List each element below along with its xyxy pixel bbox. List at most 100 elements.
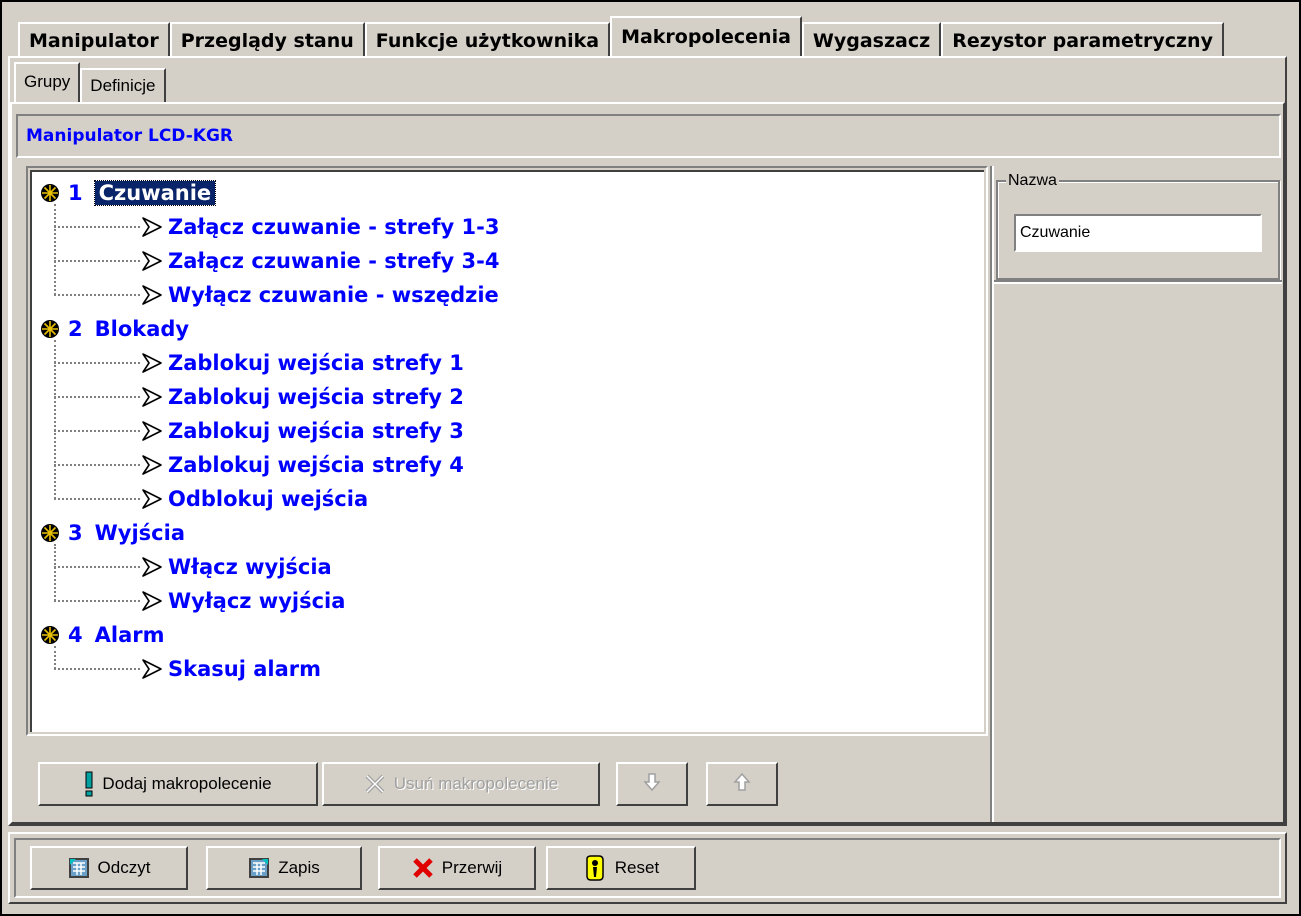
macro-label: Zablokuj wejścia strefy 1: [168, 351, 464, 375]
add-macro-label: Dodaj makropolecenie: [102, 774, 272, 793]
tree-item[interactable]: Odblokuj wejścia: [54, 482, 368, 516]
group-number: 1: [68, 181, 83, 205]
macro-arrow-icon: [140, 352, 164, 374]
read-button[interactable]: Odczyt: [30, 846, 188, 890]
stop-button[interactable]: Przerwij: [378, 846, 536, 890]
name-field[interactable]: [1014, 214, 1262, 252]
tree-item[interactable]: Zablokuj wejścia strefy 2: [54, 380, 464, 414]
macro-label: Wyłącz wyjścia: [168, 589, 346, 613]
macro-label: Włącz wyjścia: [168, 555, 332, 579]
remove-macro-button[interactable]: Usuń makropolecenie: [322, 762, 600, 806]
tree-group[interactable]: 4 Alarm: [40, 618, 165, 652]
macro-arrow-icon: [140, 386, 164, 408]
tree-item[interactable]: Włącz wyjścia: [54, 550, 332, 584]
group-label: Alarm: [94, 623, 165, 647]
group-number: 3: [68, 521, 83, 545]
tab-przeglady-stanu[interactable]: Przeglądy stanu: [169, 22, 365, 56]
tree-item[interactable]: Załącz czuwanie - strefy 3-4: [54, 244, 499, 278]
macro-arrow-icon: [140, 250, 164, 272]
group-node-icon: [40, 625, 60, 645]
macro-label: Skasuj alarm: [168, 657, 321, 681]
reset-key-icon: [583, 855, 607, 881]
write-button[interactable]: Zapis: [206, 846, 362, 890]
group-label: Wyjścia: [94, 521, 185, 545]
tree-branch-line: [54, 544, 56, 601]
sub-tabs: Grupy Definicje: [14, 62, 166, 104]
macro-arrow-icon: [140, 454, 164, 476]
exclamation-icon: [84, 771, 94, 797]
tree-connector: [54, 464, 140, 466]
macro-tree[interactable]: 1 Czuwanie Załącz czuwanie - strefy 1-3 Zał…: [30, 170, 984, 732]
macro-label: Wyłącz czuwanie - wszędzie: [168, 283, 499, 307]
macro-arrow-icon: [140, 420, 164, 442]
tree-connector: [54, 498, 140, 500]
tab-makropolecenia[interactable]: Makropolecenia: [610, 16, 802, 56]
tab-rezystor-parametryczny[interactable]: Rezystor parametryczny: [941, 22, 1224, 56]
group-number: 4: [68, 623, 83, 647]
macro-label: Zablokuj wejścia strefy 4: [168, 453, 464, 477]
tree-item[interactable]: Załącz czuwanie - strefy 1-3: [54, 210, 499, 244]
tab-wygaszacz[interactable]: Wygaszacz: [801, 22, 942, 56]
stop-x-icon: [412, 857, 434, 879]
arrow-up-icon: [733, 772, 751, 797]
tree-item[interactable]: Skasuj alarm: [54, 652, 321, 686]
macro-label: Zablokuj wejścia strefy 3: [168, 419, 464, 443]
tree-branch-line: [54, 340, 56, 499]
macro-label: Załącz czuwanie - strefy 3-4: [168, 249, 500, 273]
tree-connector: [54, 362, 140, 364]
tree-item[interactable]: Wyłącz wyjścia: [54, 584, 345, 618]
tree-item[interactable]: Zablokuj wejścia strefy 4: [54, 448, 464, 482]
keypad-title: Manipulator LCD-KGR: [16, 114, 1281, 158]
tab-definicje[interactable]: Definicje: [80, 68, 166, 102]
macro-label: Załącz czuwanie - strefy 1-3: [168, 215, 500, 239]
tree-connector: [54, 260, 140, 262]
stop-label: Przerwij: [441, 858, 503, 877]
read-device-icon: [68, 857, 90, 879]
macro-label: Zablokuj wejścia strefy 2: [168, 385, 464, 409]
macro-label: Odblokuj wejścia: [168, 487, 369, 511]
macro-arrow-icon: [140, 590, 164, 612]
group-node-icon: [40, 319, 60, 339]
move-down-button[interactable]: [616, 762, 688, 806]
macro-arrow-icon: [140, 556, 164, 578]
tree-connector: [54, 396, 140, 398]
tree-item[interactable]: Wyłącz czuwanie - wszędzie: [54, 278, 499, 312]
macro-arrow-icon: [140, 284, 164, 306]
arrow-down-icon: [643, 772, 661, 797]
tree-group[interactable]: 2 Blokady: [40, 312, 189, 346]
macro-arrow-icon: [140, 216, 164, 238]
right-separator: [994, 280, 1282, 284]
remove-macro-label: Usuń makropolecenie: [393, 774, 559, 793]
tree-branch-line: [54, 204, 56, 295]
tree-connector: [54, 294, 140, 296]
name-label: Nazwa: [1006, 172, 1059, 190]
tree-connector: [54, 566, 140, 568]
add-macro-button[interactable]: Dodaj makropolecenie: [38, 762, 318, 806]
write-label: Zapis: [278, 858, 320, 877]
tree-connector: [54, 668, 140, 670]
tree-group[interactable]: 1 Czuwanie: [40, 176, 217, 210]
tree-item[interactable]: Zablokuj wejścia strefy 3: [54, 414, 464, 448]
read-label: Odczyt: [97, 858, 151, 877]
group-node-icon: [40, 523, 60, 543]
tree-connector: [54, 600, 140, 602]
reset-label: Reset: [614, 858, 660, 877]
tab-funkcje-uzytkownika[interactable]: Funkcje użytkownika: [364, 22, 611, 56]
group-node-icon: [40, 183, 60, 203]
group-label: Blokady: [94, 317, 190, 341]
tab-manipulator[interactable]: Manipulator: [18, 22, 170, 56]
panel-divider: [990, 166, 994, 822]
macro-arrow-icon: [140, 658, 164, 680]
macro-arrow-icon: [140, 488, 164, 510]
reset-button[interactable]: Reset: [546, 846, 696, 890]
move-up-button[interactable]: [706, 762, 778, 806]
tree-connector: [54, 430, 140, 432]
group-label: Czuwanie: [93, 180, 217, 206]
tree-group[interactable]: 3 Wyjścia: [40, 516, 185, 550]
tab-grupy[interactable]: Grupy: [14, 62, 81, 102]
tree-item[interactable]: Zablokuj wejścia strefy 1: [54, 346, 464, 380]
group-number: 2: [68, 317, 83, 341]
write-device-icon: [248, 857, 270, 879]
delete-icon: [364, 773, 386, 795]
tree-connector: [54, 226, 140, 228]
